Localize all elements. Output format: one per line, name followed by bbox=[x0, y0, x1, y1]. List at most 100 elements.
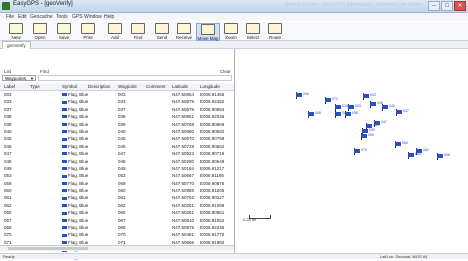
table-row[interactable]: 003 Flag, Blue 003 N47.50864 E008.91466 bbox=[0, 91, 234, 98]
table-cell: Flag, Blue bbox=[62, 172, 88, 179]
find-button[interactable]: Find bbox=[128, 23, 148, 40]
menu-gps[interactable]: GPS bbox=[72, 14, 83, 20]
table-row[interactable]: 048 Flag, Blue 048 N47.50280 E008.90649 bbox=[0, 158, 234, 165]
table-cell: 046 bbox=[4, 143, 12, 149]
send-button[interactable]: Send bbox=[152, 23, 172, 40]
select-button[interactable]: Select bbox=[243, 23, 263, 40]
table-row[interactable]: 033 Flag, Blue 033 N47.50875 E008.92452 bbox=[0, 98, 234, 105]
zoom-button[interactable]: Zoom bbox=[221, 23, 241, 40]
table-row[interactable]: 062 Flag, Blue 062 N47.50261 E008.91068 bbox=[0, 202, 234, 209]
flag-icon bbox=[62, 145, 67, 149]
table-row[interactable]: 046 Flag, Blue 046 N47.50728 E008.90552 bbox=[0, 143, 234, 150]
column-header[interactable]: Label bbox=[4, 83, 15, 90]
table-cell: E008.91772 bbox=[200, 232, 225, 238]
toolbar: New Open Save Print Add Find Send Receiv… bbox=[0, 22, 468, 41]
column-header[interactable]: Type bbox=[30, 83, 40, 90]
table-row[interactable]: 040 Flag, Blue 040 N47.50980 E008.90582 bbox=[0, 128, 234, 135]
menu-edit[interactable]: Edit bbox=[18, 14, 27, 20]
flag-icon bbox=[408, 153, 414, 157]
table-row[interactable]: 061 Flag, Blue 061 N47.50762 E008.90227 bbox=[0, 194, 234, 201]
table-cell: 046 bbox=[118, 143, 126, 149]
minimize-button[interactable]: – bbox=[428, 1, 440, 11]
scrollbar-thumb[interactable] bbox=[8, 247, 88, 250]
menu-bar: File Edit Geocache Tools GPS Window Help bbox=[0, 13, 468, 21]
table-row[interactable]: 060 Flag, Blue 060 N47.50985 E008.91205 bbox=[0, 187, 234, 194]
flag-icon bbox=[366, 124, 372, 128]
close-button[interactable]: ✕ bbox=[454, 1, 466, 11]
find-input[interactable] bbox=[38, 75, 232, 81]
table-row[interactable]: 047 Flag, Blue 047 N47.50923 E008.90716 bbox=[0, 150, 234, 157]
send-icon bbox=[155, 23, 169, 34]
menu-tools[interactable]: Tools bbox=[56, 14, 68, 20]
column-header[interactable]: Latitude bbox=[172, 83, 188, 90]
table-cell: 060 bbox=[4, 188, 12, 194]
waypoint-label: 068 bbox=[444, 153, 450, 157]
waypoint-label: 047 bbox=[381, 120, 387, 124]
flag-icon bbox=[437, 154, 443, 158]
column-header[interactable]: Description bbox=[88, 83, 111, 90]
flag-icon bbox=[62, 130, 67, 134]
table-row[interactable]: 053 Flag, Blue 053 N47.50667 E008.91195 bbox=[0, 172, 234, 179]
add-button[interactable]: Add bbox=[105, 23, 125, 40]
table-row[interactable]: 059 Flag, Blue 059 N47.50770 E008.90876 bbox=[0, 180, 234, 187]
table-row[interactable]: 067 Flag, Blue 067 N47.50810 E008.91052 bbox=[0, 217, 234, 224]
tab-geoverify[interactable]: geoVerify bbox=[2, 41, 31, 49]
menu-file[interactable]: File bbox=[6, 14, 14, 20]
column-header[interactable]: Comment bbox=[146, 83, 166, 90]
print-button[interactable]: Print bbox=[78, 23, 98, 40]
table-row[interactable]: 065 Flag, Blue 065 N47.50281 E008.90961 bbox=[0, 209, 234, 216]
hand-icon bbox=[201, 24, 215, 35]
maximize-button[interactable]: □ bbox=[441, 1, 453, 11]
chevron-down-icon: ▼ bbox=[30, 76, 34, 81]
receive-button[interactable]: Receive bbox=[174, 23, 194, 40]
table-cell: N47.50864 bbox=[172, 92, 195, 97]
table-cell: Flag, Blue bbox=[62, 158, 88, 165]
flag-icon bbox=[62, 218, 67, 222]
table-cell: 039 bbox=[118, 121, 126, 127]
move-map-button[interactable]: Move Map bbox=[196, 23, 220, 41]
table-cell: 048 bbox=[4, 158, 12, 164]
table-row[interactable]: 049 Flag, Blue 049 N47.50184 E008.91217 bbox=[0, 165, 234, 172]
column-header[interactable]: Longitude bbox=[200, 83, 220, 90]
waypoint-label: 003 bbox=[370, 93, 376, 97]
table-row[interactable]: 038 Flag, Blue 038 N47.50951 E008.92046 bbox=[0, 113, 234, 120]
menu-window[interactable]: Window bbox=[84, 14, 102, 20]
column-header[interactable]: Waypoint bbox=[118, 83, 137, 90]
table-cell: E008.92452 bbox=[200, 99, 225, 105]
save-button[interactable]: Save bbox=[54, 23, 74, 40]
table-row[interactable]: 068 Flag, Blue 068 N47.50975 E008.92245 bbox=[0, 224, 234, 231]
table-cell: N47.50980 bbox=[172, 128, 195, 134]
table-cell: 033 bbox=[118, 99, 126, 105]
menu-geocache[interactable]: Geocache bbox=[30, 14, 53, 20]
route-button[interactable]: Route bbox=[265, 23, 285, 40]
table-cell: 067 bbox=[4, 217, 12, 223]
flag-icon bbox=[62, 189, 67, 193]
table-row[interactable]: 037 Flag, Blue 037 N47.50675 E008.90994 bbox=[0, 106, 234, 113]
waypoint-label: 038 bbox=[352, 111, 358, 115]
open-button[interactable]: Open bbox=[30, 23, 50, 40]
table-row[interactable]: 045 Flag, Blue 045 N47.50670 E008.90758 bbox=[0, 135, 234, 142]
menu-help[interactable]: Help bbox=[104, 14, 114, 20]
table-cell: Flag, Blue bbox=[62, 91, 88, 98]
flag-icon bbox=[62, 159, 67, 163]
clear-link[interactable]: Clear bbox=[220, 69, 231, 74]
waypoint-label: 060 bbox=[373, 123, 379, 127]
waypoint-label: 070 bbox=[361, 148, 367, 152]
table-cell: 040 bbox=[118, 128, 126, 134]
waypoint-label: 040 bbox=[389, 104, 395, 108]
table-cell: 053 bbox=[118, 173, 126, 179]
document-tabs: geoVerify bbox=[0, 41, 468, 49]
column-header[interactable]: Symbol bbox=[62, 83, 77, 90]
list-type-select[interactable]: Waypoints ▼ bbox=[2, 75, 36, 81]
table-row[interactable]: 039 Flag, Blue 039 N47.50768 E008.90869 bbox=[0, 121, 234, 128]
new-button[interactable]: New bbox=[6, 23, 26, 40]
horizontal-scrollbar[interactable] bbox=[0, 245, 234, 251]
flag-icon bbox=[62, 100, 67, 104]
flag-icon bbox=[335, 112, 341, 116]
zoom-icon bbox=[224, 23, 238, 34]
table-cell: 053 bbox=[4, 173, 12, 179]
map-view[interactable]: 0.25 mi 03407203900300304504003704804003… bbox=[235, 49, 468, 253]
table-cell: N47.50975 bbox=[172, 225, 195, 231]
table-row[interactable]: 070 Flag, Blue 070 N47.50481 E008.91772 bbox=[0, 231, 234, 238]
flag-icon bbox=[308, 112, 314, 116]
